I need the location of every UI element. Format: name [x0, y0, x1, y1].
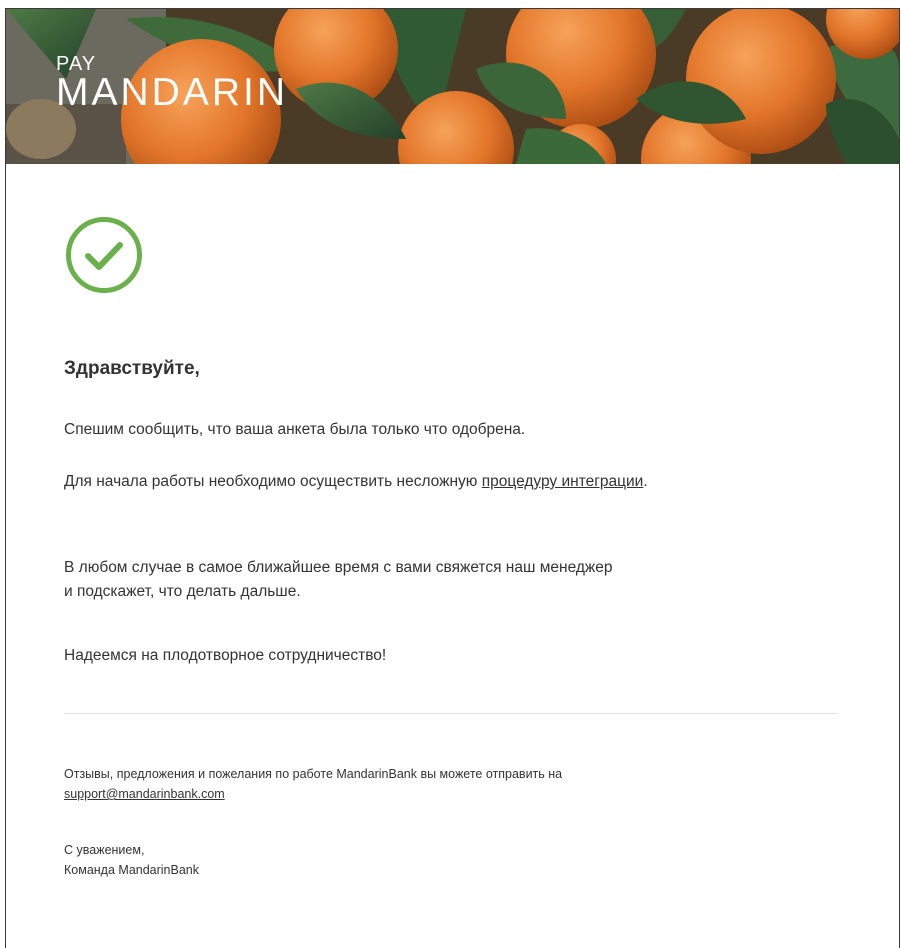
approval-message: Спешим сообщить, что ваша анкета была то… — [64, 421, 526, 438]
manager-message: В любом случае в самое ближайшее время с… — [64, 556, 613, 604]
integration-text: Для начала работы необходимо осуществить… — [64, 473, 482, 490]
feedback-text: Отзывы, предложения и пожелания по работ… — [64, 767, 563, 781]
manager-message-line2: и подскажет, что делать дальше. — [64, 583, 301, 600]
closing-message: Надеемся на плодотворное сотрудничество! — [64, 647, 387, 664]
integration-message: Для начала работы необходимо осуществить… — [64, 470, 648, 494]
manager-message-line1: В любом случае в самое ближайшее время с… — [64, 559, 613, 576]
integration-text-end: . — [643, 473, 648, 490]
header-banner: PAY MANDARIN — [6, 9, 899, 164]
brand-logo-main: MANDARIN — [56, 71, 289, 114]
signature-block: С уважением, Команда MandarinBank — [64, 840, 199, 880]
greeting-heading: Здравствуйте, — [64, 358, 200, 379]
feedback-block: Отзывы, предложения и пожелания по работ… — [64, 764, 562, 804]
integration-link[interactable]: процедуру интеграции — [482, 473, 644, 490]
regards-text: С уважением, — [64, 843, 145, 857]
support-email-link[interactable]: support@mandarinbank.com — [64, 787, 225, 801]
signature-text: Команда MandarinBank — [64, 863, 200, 877]
check-circle-icon — [66, 217, 142, 293]
divider — [64, 713, 838, 714]
brand-logo: PAY MANDARIN — [56, 53, 288, 113]
